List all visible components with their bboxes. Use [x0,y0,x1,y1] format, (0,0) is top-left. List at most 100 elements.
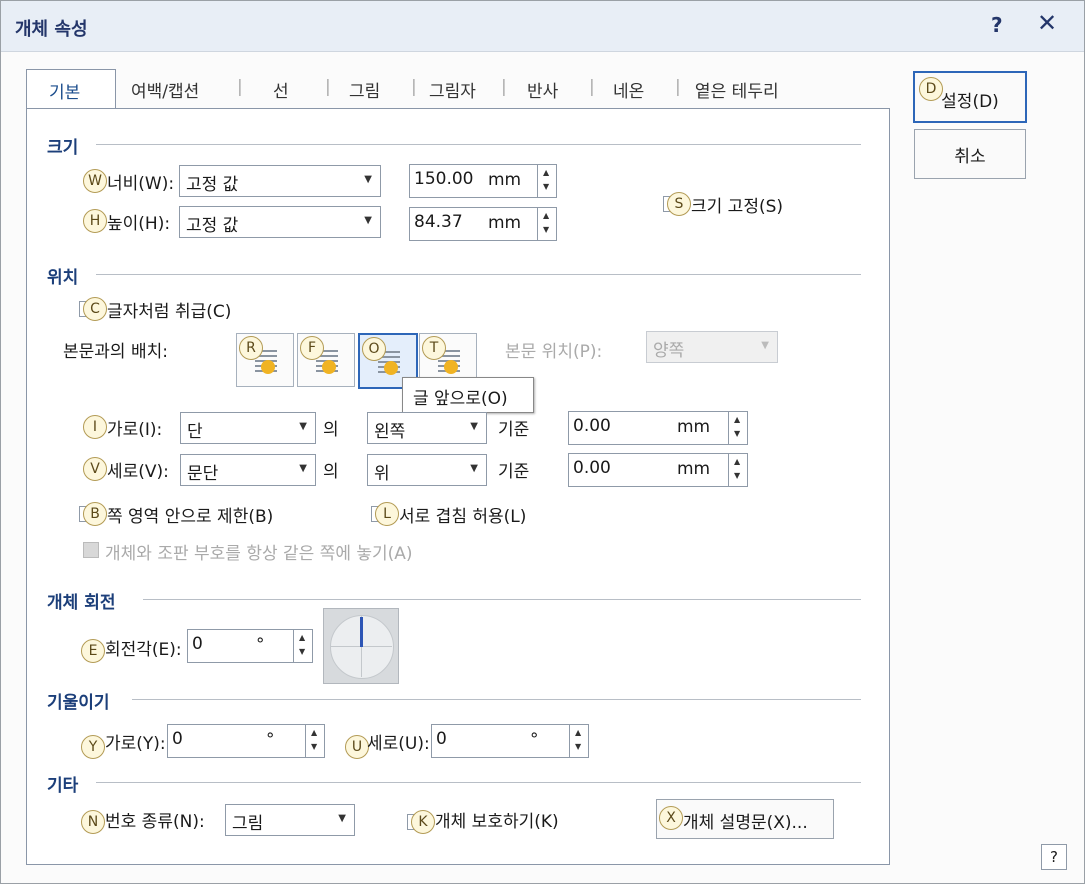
shortcut-badge: C [83,297,107,321]
spin-down-icon[interactable]: ▼ [543,182,549,191]
width-mode-select[interactable]: 고정 값 ▼ [179,165,381,197]
spin-down-icon[interactable]: ▼ [299,647,305,656]
limit-to-page-label[interactable]: 쪽 영역 안으로 제한(B) [107,502,273,527]
skew-vertical-stepper[interactable]: 0 ° ▲ ▼ [431,724,589,758]
body-position-select[interactable]: 양쪽 ▼ [646,331,778,363]
vertical-offset-stepper[interactable]: 0.00 mm ▲ ▼ [568,453,748,487]
tab-margin-caption[interactable]: 여백/캡션 [131,77,199,102]
shortcut-badge: Y [81,735,105,759]
tooltip: 글 앞으로(O) [402,377,534,413]
rotation-dial[interactable] [323,608,399,684]
object-properties-dialog: 개체 속성 ? ✕ 기본 여백/캡션 | 선 | 그림 | 그림자 | 반사 |… [0,0,1085,884]
rotation-stepper[interactable]: 0 ° ▲ ▼ [187,629,313,663]
shortcut-badge: B [83,502,107,526]
section-skew-heading: 기울이기 [47,693,110,713]
shortcut-badge: H [83,209,107,233]
size-lock-label[interactable]: 크기 고정(S) [691,192,783,217]
protect-object-label[interactable]: 개체 보호하기(K) [435,807,559,832]
section-etc-heading: 기타 [47,776,79,796]
chevron-down-icon: ▼ [299,421,307,432]
shortcut-badge: F [300,336,324,360]
spin-up-icon[interactable]: ▲ [299,633,305,642]
tab-picture[interactable]: 그림 [349,77,380,102]
vertical-align-select[interactable]: 위 ▼ [367,454,487,486]
tab-separator: | [411,77,417,97]
chevron-down-icon: ▼ [338,813,346,824]
tab-soft-edge[interactable]: 옅은 테두리 [695,77,779,102]
divider [143,599,861,600]
vertical-reference-select[interactable]: 문단 ▼ [180,454,316,486]
tab-separator: | [589,77,595,97]
rotation-label: 회전각(E): [105,640,182,660]
divider [96,274,861,275]
tab-basic[interactable]: 기본 [26,69,116,110]
shortcut-badge: S [667,192,691,216]
close-icon[interactable]: ✕ [1037,9,1057,37]
shortcut-badge: U [345,735,369,759]
spin-up-icon[interactable]: ▲ [575,728,581,737]
shortcut-badge: I [83,415,107,439]
tab-line[interactable]: 선 [273,77,289,102]
tab-separator: | [325,77,331,97]
spin-up-icon[interactable]: ▲ [543,168,549,177]
shortcut-badge: T [422,336,446,360]
width-label: 너비(W): [107,174,175,194]
of-label: 의 [323,462,339,482]
spin-down-icon[interactable]: ▼ [734,471,740,480]
spin-up-icon[interactable]: ▲ [311,728,317,737]
width-value-stepper[interactable]: 150.00 mm ▲ ▼ [409,164,557,198]
treat-as-char-label[interactable]: 글자처럼 취급(C) [107,297,231,322]
spin-down-icon[interactable]: ▼ [543,225,549,234]
of-label: 의 [323,420,339,440]
skew-horizontal-stepper[interactable]: 0 ° ▲ ▼ [167,724,325,758]
section-position-heading: 위치 [47,268,79,288]
tab-shadow[interactable]: 그림자 [429,77,476,102]
number-type-select[interactable]: 그림 ▼ [225,804,355,836]
chevron-down-icon: ▼ [364,174,372,185]
number-type-label: 번호 종류(N): [105,812,205,832]
shortcut-badge: V [83,457,107,481]
shortcut-badge: O [362,337,386,361]
spin-down-icon[interactable]: ▼ [311,742,317,751]
vertical-label: 세로(V): [107,462,169,482]
cancel-button[interactable]: 취소 [914,129,1026,179]
object-description-button[interactable]: X 개체 설명문(X)... [656,799,834,839]
skew-horizontal-label: 가로(Y): [105,734,166,754]
basis-label: 기준 [498,420,530,440]
chevron-down-icon: ▼ [470,421,478,432]
horizontal-align-select[interactable]: 왼쪽 ▼ [367,412,487,444]
shortcut-badge: L [375,502,399,526]
skew-vertical-label: 세로(U): [367,734,430,754]
keep-same-page-checkbox[interactable] [83,542,99,558]
tab-separator: | [237,77,243,97]
spin-up-icon[interactable]: ▲ [734,415,740,424]
shortcut-badge: K [411,810,435,834]
tab-neon[interactable]: 네온 [613,77,644,102]
help-icon[interactable]: ? [991,13,1003,37]
spin-up-icon[interactable]: ▲ [734,457,740,466]
divider [96,782,861,783]
wrap-square-button[interactable]: R [236,333,294,387]
chevron-down-icon: ▼ [364,215,372,226]
help-button[interactable]: ? [1041,844,1067,870]
section-rotation-heading: 개체 회전 [47,593,116,613]
section-size-heading: 크기 [47,138,79,158]
height-mode-select[interactable]: 고정 값 ▼ [179,206,381,238]
shortcut-badge: X [659,806,683,830]
spin-down-icon[interactable]: ▼ [575,742,581,751]
chevron-down-icon: ▼ [470,463,478,474]
ok-button[interactable]: D 설정(D) [913,71,1027,123]
wrap-label: 본문과의 배치: [63,342,168,362]
keep-same-page-label[interactable]: 개체와 조판 부호를 항상 같은 쪽에 놓기(A) [105,539,413,564]
dial-needle [360,617,363,647]
horizontal-reference-select[interactable]: 단 ▼ [180,412,316,444]
wrap-topbottom-button[interactable]: F [297,333,355,387]
spin-up-icon[interactable]: ▲ [543,211,549,220]
tab-reflection[interactable]: 반사 [527,77,558,102]
horizontal-offset-stepper[interactable]: 0.00 mm ▲ ▼ [568,411,748,445]
spin-down-icon[interactable]: ▼ [734,429,740,438]
allow-overlap-label[interactable]: 서로 겹침 허용(L) [399,502,526,527]
height-value-stepper[interactable]: 84.37 mm ▲ ▼ [409,207,557,241]
tab-separator: | [675,77,681,97]
shortcut-badge: N [81,810,105,834]
